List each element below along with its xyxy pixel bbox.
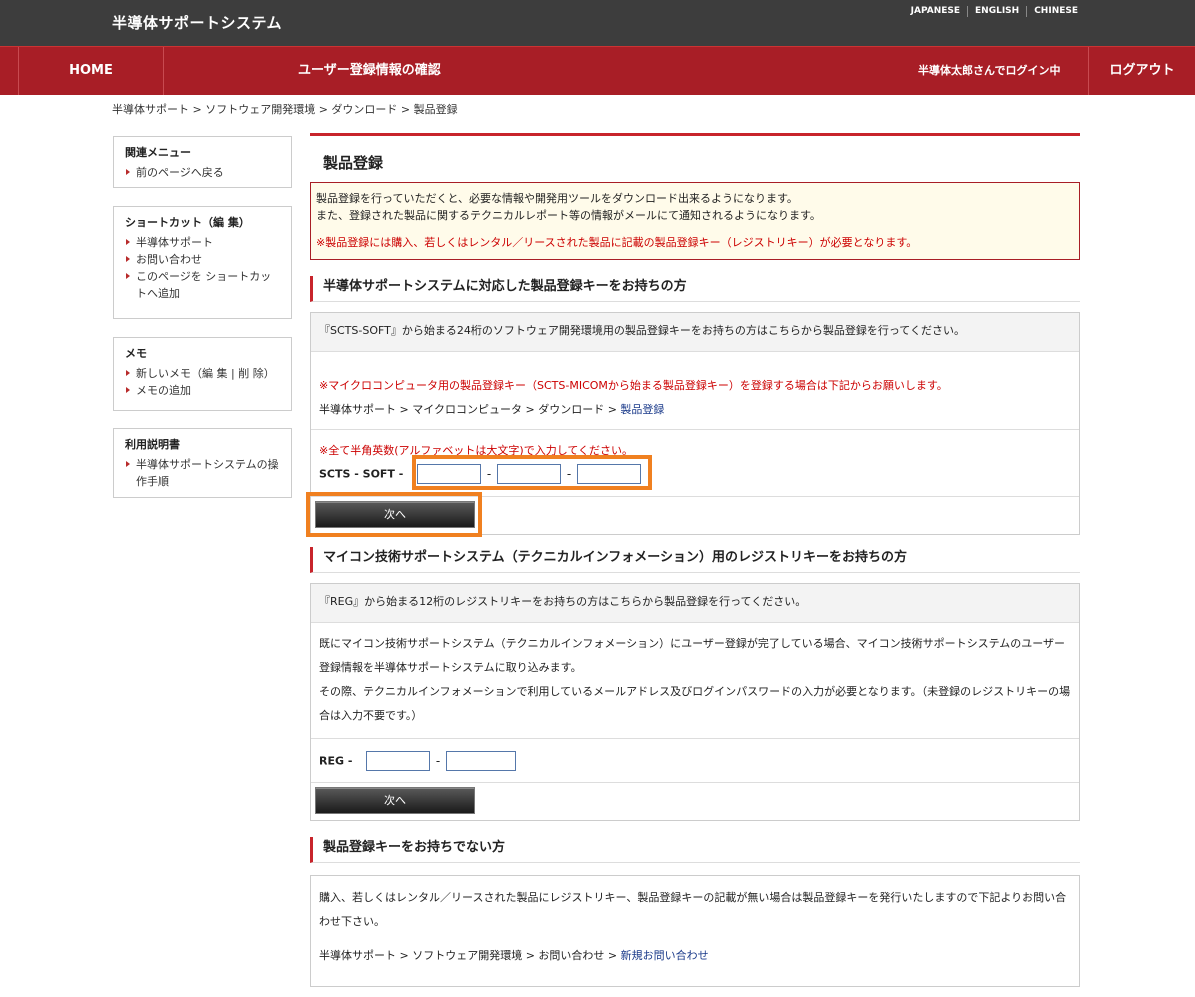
lang-english[interactable]: ENGLISH — [967, 6, 1026, 17]
new-contact-link[interactable]: 新規お問い合わせ — [621, 949, 709, 962]
main-content: 製品登録 製品登録を行っていただくと、必要な情報や開発用ツールをダウンロード出来… — [310, 133, 1080, 987]
micom-path: 半導体サポート > マイクロコンピュータ > ダウンロード > 製品登録 — [319, 398, 1071, 422]
top-bar: 半導体サポートシステム JAPANESE ENGLISH CHINESE — [0, 0, 1195, 46]
main-nav: HOME ユーザー登録情報の確認 半導体太郎さんでログイン中 ログアウト — [0, 46, 1195, 95]
sidebar-heading[interactable]: ショートカット（編 集） — [125, 214, 281, 230]
reg-info-row: 既にマイコン技術サポートシステム（テクニカルインフォメーション）にユーザー登録が… — [311, 622, 1079, 738]
highlight-key-inputs — [412, 455, 652, 490]
sidebar-related-menu: 関連メニュー 前のページへ戻る — [113, 136, 292, 188]
reg-info-para1: 既にマイコン技術サポートシステム（テクニカルインフォメーション）にユーザー登録が… — [319, 637, 1066, 674]
sidebar-item-add-shortcut[interactable]: このページを ショートカットへ追加 — [125, 268, 281, 302]
section-heading-reg: マイコン技術サポートシステム（テクニカルインフォメーション）用のレジストリキーを… — [310, 547, 1080, 573]
logout-button[interactable]: ログアウト — [1088, 47, 1195, 95]
section-heading-scts: 半導体サポートシステムに対応した製品登録キーをお持ちの方 — [310, 276, 1080, 302]
sidebar-item-manual[interactable]: 半導体サポートシステムの操作手順 — [125, 456, 281, 490]
reg-key-input-2[interactable] — [446, 751, 517, 771]
reg-info-para2: その際、テクニカルインフォメーションで利用しているメールアドレス及びログインパス… — [319, 685, 1071, 722]
next-button-reg[interactable]: 次へ — [315, 787, 475, 814]
reg-input-row: REG - - — [311, 738, 1079, 782]
panel-no-key: 購入、若しくはレンタル／リースされた製品にレジストリキー、製品登録キーの記載が無… — [310, 875, 1080, 987]
sidebar-heading: メモ — [125, 347, 147, 360]
panel-reg: 『REG』から始まる12桁のレジストリキーをお持ちの方はこちらから製品登録を行っ… — [310, 583, 1080, 821]
page-title: 製品登録 — [323, 154, 384, 172]
breadcrumb[interactable]: 半導体サポート > ソフトウェア開発環境 > ダウンロード > 製品登録 — [112, 101, 458, 117]
login-status: 半導体太郎さんでログイン中 — [918, 64, 1061, 77]
micom-path-text[interactable]: 半導体サポート > マイクロコンピュータ > ダウンロード > — [319, 403, 620, 416]
sidebar-shortcut: ショートカット（編 集） 半導体サポート お問い合わせ このページを ショートカ… — [113, 206, 292, 319]
section-heading-no-key: 製品登録キーをお持ちでない方 — [310, 837, 1080, 863]
highlight-next-button — [306, 492, 482, 537]
sidebar-item-back[interactable]: 前のページへ戻る — [125, 164, 281, 181]
button-row: 次へ — [311, 782, 1079, 820]
micom-row: ※マイクロコンピュータ用の製品登録キー（SCTS-MICOMから始まる製品登録キ… — [311, 351, 1079, 429]
notice-box: 製品登録を行っていただくと、必要な情報や開発用ツールをダウンロード出来るようにな… — [310, 182, 1080, 260]
reg-key-input-1[interactable] — [366, 751, 431, 771]
reg-key-label: REG - — [319, 754, 353, 768]
sidebar-item-semicon-support[interactable]: 半導体サポート — [125, 234, 281, 251]
no-key-path-text[interactable]: 半導体サポート > ソフトウェア開発環境 > お問い合わせ > — [319, 949, 621, 962]
key-label: SCTS - SOFT - — [319, 467, 404, 481]
notice-line: 製品登録を行っていただくと、必要な情報や開発用ツールをダウンロード出来るようにな… — [316, 192, 798, 205]
site-title[interactable]: 半導体サポートシステム — [112, 12, 282, 33]
no-key-path: 半導体サポート > ソフトウェア開発環境 > お問い合わせ > 新規お問い合わせ — [319, 944, 1071, 968]
lang-japanese[interactable]: JAPANESE — [904, 6, 967, 17]
sidebar-manual: 利用説明書 半導体サポートシステムの操作手順 — [113, 428, 292, 498]
panel-intro: 『SCTS-SOFT』から始まる24桁のソフトウェア開発環境用の製品登録キーをお… — [311, 313, 1079, 351]
sidebar-item-new-memo[interactable]: 新しいメモ（編 集 | 削 除） — [125, 365, 281, 382]
no-key-row: 購入、若しくはレンタル／リースされた製品にレジストリキー、製品登録キーの記載が無… — [311, 876, 1079, 986]
no-key-para: 購入、若しくはレンタル／リースされた製品にレジストリキー、製品登録キーの記載が無… — [319, 891, 1067, 928]
micom-note: ※マイクロコンピュータ用の製品登録キー（SCTS-MICOMから始まる製品登録キ… — [319, 379, 948, 392]
language-switcher: JAPANESE ENGLISH CHINESE — [904, 6, 1085, 17]
sidebar-item-contact[interactable]: お問い合わせ — [125, 251, 281, 268]
notice-warning: ※製品登録には購入、若しくはレンタル／リースされた製品に記載の製品登録キー（レジ… — [316, 236, 918, 249]
sidebar-heading: 利用説明書 — [125, 438, 180, 451]
sidebar-memo: メモ 新しいメモ（編 集 | 削 除） メモの追加 — [113, 337, 292, 411]
lang-chinese[interactable]: CHINESE — [1026, 6, 1085, 17]
nav-home-link[interactable]: HOME — [18, 47, 164, 95]
panel-intro: 『REG』から始まる12桁のレジストリキーをお持ちの方はこちらから製品登録を行っ… — [311, 584, 1079, 622]
notice-line: また、登録された製品に関するテクニカルレポート等の情報がメールにて通知されるよう… — [316, 209, 821, 222]
micom-register-link[interactable]: 製品登録 — [620, 403, 664, 416]
sidebar-heading: 関連メニュー — [125, 146, 191, 159]
sidebar-item-add-memo[interactable]: メモの追加 — [125, 382, 281, 399]
nav-user-info-link[interactable]: ユーザー登録情報の確認 — [298, 47, 441, 95]
